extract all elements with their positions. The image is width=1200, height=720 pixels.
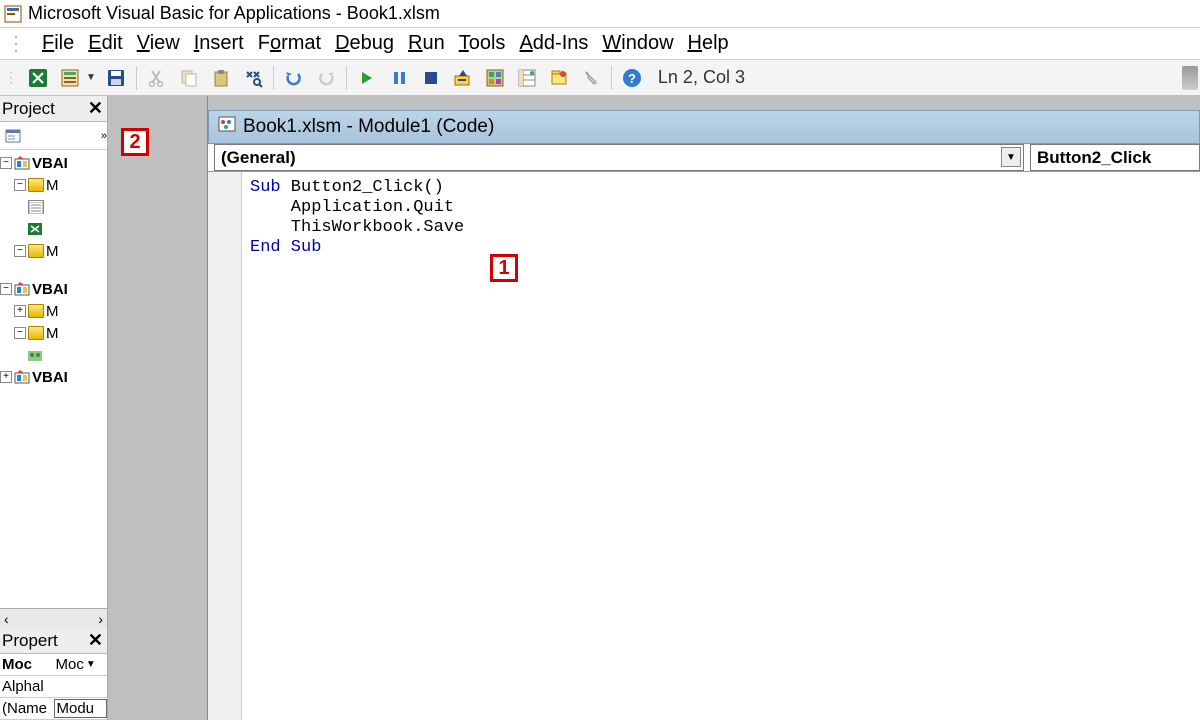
module-icon	[217, 115, 237, 139]
project-panel-title: Project	[2, 99, 86, 119]
menu-format[interactable]: Format	[258, 32, 321, 55]
annotation-1: 1	[490, 254, 518, 282]
window-title: Microsoft Visual Basic for Applications …	[28, 3, 440, 24]
view-code-icon[interactable]	[2, 125, 24, 147]
properties-body: Moc Moc▼ Alphal (Name Modu	[0, 654, 107, 720]
pause-icon[interactable]	[385, 64, 413, 92]
project-explorer-icon[interactable]	[481, 64, 509, 92]
cursor-position-status: Ln 2, Col 3	[658, 67, 745, 88]
tree-item[interactable]	[0, 196, 107, 218]
form-icon[interactable]	[56, 64, 84, 92]
menu-window[interactable]: Window	[602, 32, 673, 55]
tree-item[interactable]	[0, 218, 107, 240]
design-mode-icon[interactable]	[449, 64, 477, 92]
code-window-titlebar[interactable]: Book1.xlsm - Module1 (Code)	[208, 110, 1200, 144]
find-icon[interactable]	[239, 64, 267, 92]
toolbox-icon[interactable]	[577, 64, 605, 92]
menu-edit[interactable]: Edit	[88, 32, 122, 55]
code-combo-row: (General) ▼ Button2_Click	[208, 144, 1200, 172]
properties-name-row[interactable]: (Name Modu	[0, 698, 107, 720]
mdi-background	[108, 96, 208, 720]
object-combo[interactable]: (General) ▼	[214, 144, 1024, 171]
toolbar-grip: ⋮	[4, 69, 18, 86]
properties-object-selector[interactable]: Moc Moc▼	[0, 654, 107, 676]
project-panel-toolbar: »	[0, 122, 107, 150]
tree-folder[interactable]: −M	[0, 322, 107, 344]
svg-text:?: ?	[628, 71, 636, 86]
menu-file[interactable]: File	[42, 32, 74, 55]
toolbar-overflow[interactable]	[1182, 66, 1198, 90]
project-tree-hscroll[interactable]: ‹›	[0, 608, 107, 628]
redo-icon[interactable]	[312, 64, 340, 92]
excel-icon[interactable]	[24, 64, 52, 92]
code-editor[interactable]: Sub Button2_Click() Application.Quit Thi…	[208, 172, 1200, 720]
paste-icon[interactable]	[207, 64, 235, 92]
code-margin	[208, 172, 242, 720]
dropdown-caret-icon[interactable]: ▼	[1001, 147, 1021, 167]
menu-addins[interactable]: Add-Ins	[519, 32, 588, 55]
project-panel-close[interactable]: ✕	[86, 98, 105, 119]
menu-bar: ⋮ File Edit View Insert Format Debug Run…	[0, 28, 1200, 60]
properties-panel-close[interactable]: ✕	[86, 630, 105, 651]
properties-icon[interactable]	[513, 64, 541, 92]
properties-panel-header: Propert ✕	[0, 628, 107, 654]
undo-icon[interactable]	[280, 64, 308, 92]
menu-view[interactable]: View	[137, 32, 180, 55]
dropdown-caret[interactable]: ▼	[86, 72, 96, 83]
menu-run[interactable]: Run	[408, 32, 445, 55]
menu-tools[interactable]: Tools	[459, 32, 506, 55]
tree-vba-project[interactable]: +VBAI	[0, 366, 107, 388]
save-icon[interactable]	[102, 64, 130, 92]
tree-folder[interactable]: −M	[0, 174, 107, 196]
tree-item[interactable]	[0, 344, 107, 366]
tree-folder[interactable]: +M	[0, 300, 107, 322]
object-browser-icon[interactable]	[545, 64, 573, 92]
project-panel-header: Project ✕	[0, 96, 107, 122]
title-bar: Microsoft Visual Basic for Applications …	[0, 0, 1200, 28]
tree-vba-project[interactable]: −VBAI	[0, 152, 107, 174]
menu-debug[interactable]: Debug	[335, 32, 394, 55]
properties-panel-title: Propert	[2, 631, 86, 651]
project-panel-chevrons[interactable]: »	[101, 130, 105, 142]
menu-help[interactable]: Help	[688, 32, 729, 55]
copy-icon[interactable]	[175, 64, 203, 92]
tree-folder[interactable]: −M	[0, 240, 107, 262]
dropdown-caret-icon[interactable]: ▼	[84, 659, 98, 670]
app-icon	[4, 5, 22, 23]
cut-icon[interactable]	[143, 64, 171, 92]
properties-tab-row[interactable]: Alphal	[0, 676, 107, 698]
tree-vba-project[interactable]: −VBAI	[0, 278, 107, 300]
menu-insert[interactable]: Insert	[194, 32, 244, 55]
run-icon[interactable]	[353, 64, 381, 92]
help-icon[interactable]: ?	[618, 64, 646, 92]
stop-icon[interactable]	[417, 64, 445, 92]
procedure-combo[interactable]: Button2_Click	[1030, 144, 1200, 171]
toolbar: ⋮ ▼ ? Ln 2, Col 3	[0, 60, 1200, 96]
code-window: Book1.xlsm - Module1 (Code) (General) ▼ …	[208, 96, 1200, 720]
code-text[interactable]: Sub Button2_Click() Application.Quit Thi…	[242, 172, 1200, 720]
annotation-2: 2	[121, 128, 149, 156]
project-tree[interactable]: −VBAI −M −M −VBAI +M −M +VBAI	[0, 150, 107, 608]
code-window-title: Book1.xlsm - Module1 (Code)	[243, 116, 494, 138]
left-panels: Project ✕ » −VBAI −M −M −VBAI +M −M +VBA…	[0, 96, 108, 720]
menu-grip: ⋮	[6, 31, 26, 56]
